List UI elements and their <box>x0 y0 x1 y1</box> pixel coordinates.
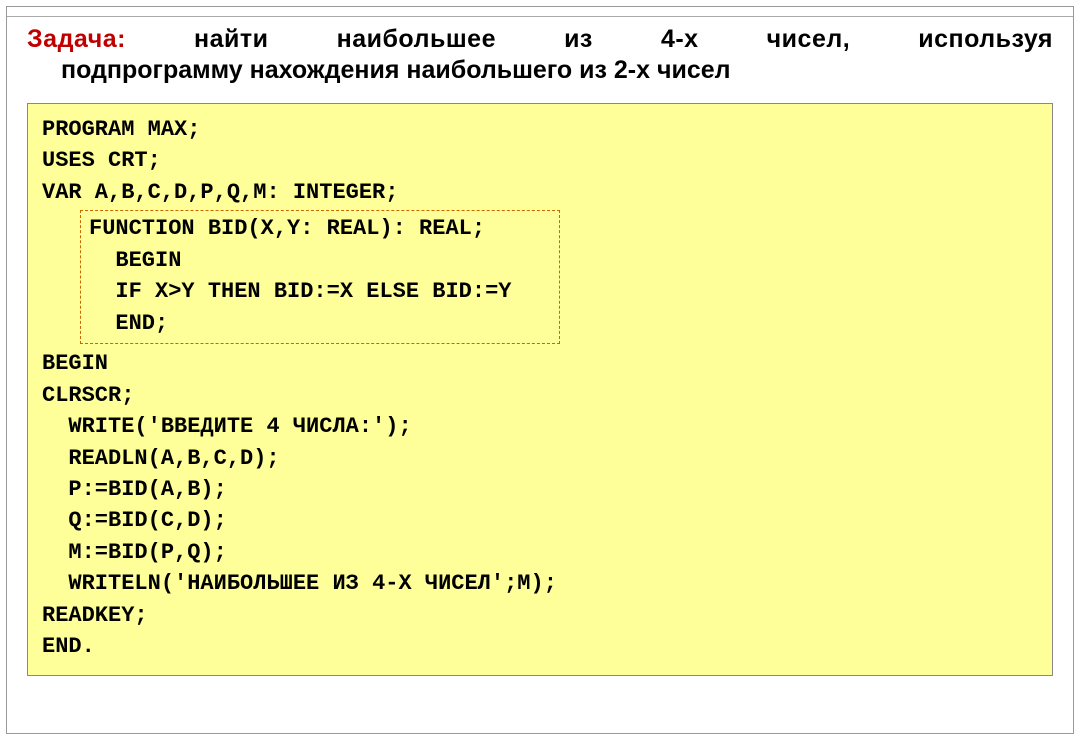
code-line-p: P:=BID(A,B); <box>42 474 1038 505</box>
code-line-fn-decl: FUNCTION BID(X,Y: REAL): REAL; <box>89 213 551 244</box>
task-label: Задача: <box>27 25 126 53</box>
code-line-end: END. <box>42 631 1038 662</box>
task-section: Задача: найти наибольшее из 4-х чисел, и… <box>7 25 1073 95</box>
task-line-1: Задача: найти наибольшее из 4-х чисел, и… <box>27 25 1053 54</box>
code-line-fn-begin: BEGIN <box>89 245 551 276</box>
code-line-fn-if: IF X>Y THEN BID:=X ELSE BID:=Y <box>89 276 551 307</box>
slide-frame: Задача: найти наибольшее из 4-х чисел, и… <box>6 6 1074 734</box>
code-line-uses: USES CRT; <box>42 145 1038 176</box>
task-text-1: найти наибольшее из 4-х чисел, используя <box>126 25 1053 53</box>
code-line-writeln: WRITELN('НАИБОЛЬШЕЕ ИЗ 4-Х ЧИСЕЛ';M); <box>42 568 1038 599</box>
code-line-q: Q:=BID(C,D); <box>42 505 1038 536</box>
code-box: PROGRAM MAX; USES CRT; VAR A,B,C,D,P,Q,M… <box>27 103 1053 676</box>
code-line-var: VAR A,B,C,D,P,Q,M: INTEGER; <box>42 177 1038 208</box>
code-line-fn-end: END; <box>89 308 551 339</box>
code-line-readkey: READKEY; <box>42 600 1038 631</box>
code-line-m: M:=BID(P,Q); <box>42 537 1038 568</box>
code-line-clrscr: CLRSCR; <box>42 380 1038 411</box>
top-divider <box>7 7 1073 17</box>
code-line-write: WRITE('ВВЕДИТЕ 4 ЧИСЛА:'); <box>42 411 1038 442</box>
task-line-2: подпрограмму нахождения наибольшего из 2… <box>27 56 1053 85</box>
function-box: FUNCTION BID(X,Y: REAL): REAL; BEGIN IF … <box>80 210 560 344</box>
code-line-readln: READLN(A,B,C,D); <box>42 443 1038 474</box>
code-line-program: PROGRAM MAX; <box>42 114 1038 145</box>
code-line-begin: BEGIN <box>42 348 1038 379</box>
